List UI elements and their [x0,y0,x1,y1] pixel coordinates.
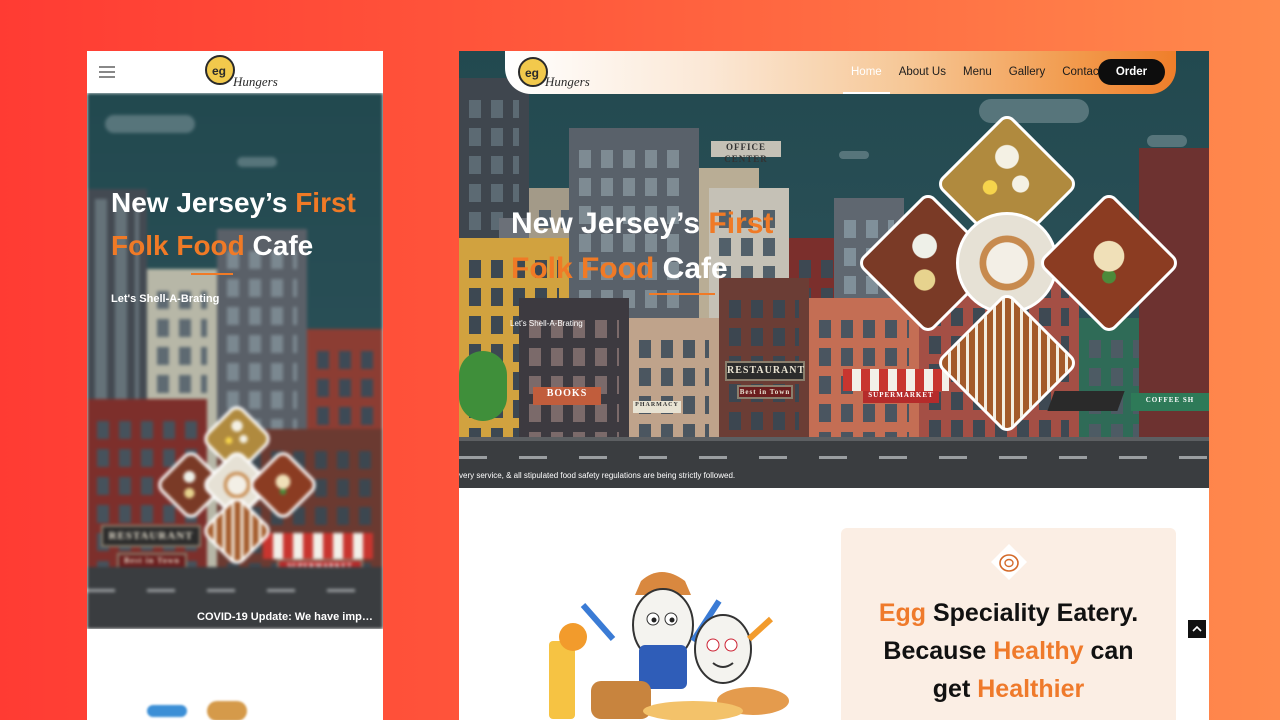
supermarket-sign: SUPERMARKET [863,391,939,403]
restaurant-sign: RESTAURANT [725,361,805,381]
logo[interactable]: eg Hungers [203,53,287,93]
logo[interactable]: eg Hungers [515,55,595,93]
title-highlight: Folk Food [111,230,245,261]
mobile-header: eg Hungers [87,51,383,93]
coffee-shop-sign: COFFEE SH [1131,393,1209,411]
hero-section: OFFICE CENTER BOOKS PHARMACY RESTAURANT … [459,51,1209,488]
logo-text: Hungers [232,74,278,89]
hamburger-icon[interactable] [99,66,115,78]
svg-text:eg: eg [525,66,539,80]
nav-item-home[interactable]: Home [843,51,890,94]
scroll-to-top-button[interactable] [1188,620,1206,638]
feature-card: Egg Speciality Eatery. Because Healthy c… [841,528,1176,720]
heading-text: Speciality Eatery. [932,599,1139,627]
nav-menu: Home About Us Menu Gallery Contact Us [843,51,1136,94]
heading-text: get [932,675,971,703]
heading-text: can [1090,637,1134,665]
mobile-hero-title: New Jersey’s First Folk Food Cafe [111,181,356,267]
hero-tagline: Let's Shell-A-Brating [510,319,583,328]
mobile-content-area [87,629,383,720]
hero-title: New Jersey’s First Folk Food Cafe [511,201,773,291]
title-highlight: First [708,207,774,240]
mobile-restaurant-sign: RESTAURANT [101,525,201,547]
top-navbar: eg Hungers Home About Us Menu Gallery Co… [505,51,1176,94]
office-center-sign: OFFICE CENTER [711,141,781,164]
covid-ticker: very service, & all stipulated food safe… [459,471,736,480]
title-text: Cafe [662,252,728,285]
heading-highlight: Egg [878,599,927,627]
title-highlight: First [295,187,356,218]
title-highlight: Folk Food [511,252,655,285]
title-underline [191,273,233,275]
best-in-town-sign: Best in Town [737,385,793,399]
books-sign: BOOKS [533,387,601,405]
mobile-preview: eg Hungers RESTAURANT Best in Town SUPER… [87,51,383,720]
nav-item-menu[interactable]: Menu [963,51,992,94]
egg-mascots-illustration [549,572,789,720]
nav-item-gallery[interactable]: Gallery [1009,51,1045,94]
logo-text: Hungers [544,74,590,89]
heading-highlight: Healthier [977,675,1085,703]
feature-heading: Egg Speciality Eatery. Because Healthy c… [841,594,1176,708]
desktop-preview: OFFICE CENTER BOOKS PHARMACY RESTAURANT … [459,51,1209,720]
title-underline [649,293,715,295]
mobile-ticker: COVID-19 Update: We have imp… [197,611,373,623]
egg-badge-icon [991,544,1027,580]
order-button[interactable]: Order [1098,59,1165,85]
heading-highlight: Healthy [993,637,1084,665]
title-text: New Jersey’s [111,187,288,218]
mobile-hero-background: RESTAURANT Best in Town SUPERMARKET [87,93,383,629]
pharmacy-sign: PHARMACY [633,401,681,413]
nav-item-about[interactable]: About Us [899,51,946,94]
heading-text: Because [883,637,987,665]
title-text: New Jersey’s [511,207,701,240]
mobile-tagline: Let's Shell-A-Brating [111,293,220,305]
title-text: Cafe [252,230,314,261]
chevron-up-icon [1192,625,1202,632]
svg-text:eg: eg [212,64,226,78]
